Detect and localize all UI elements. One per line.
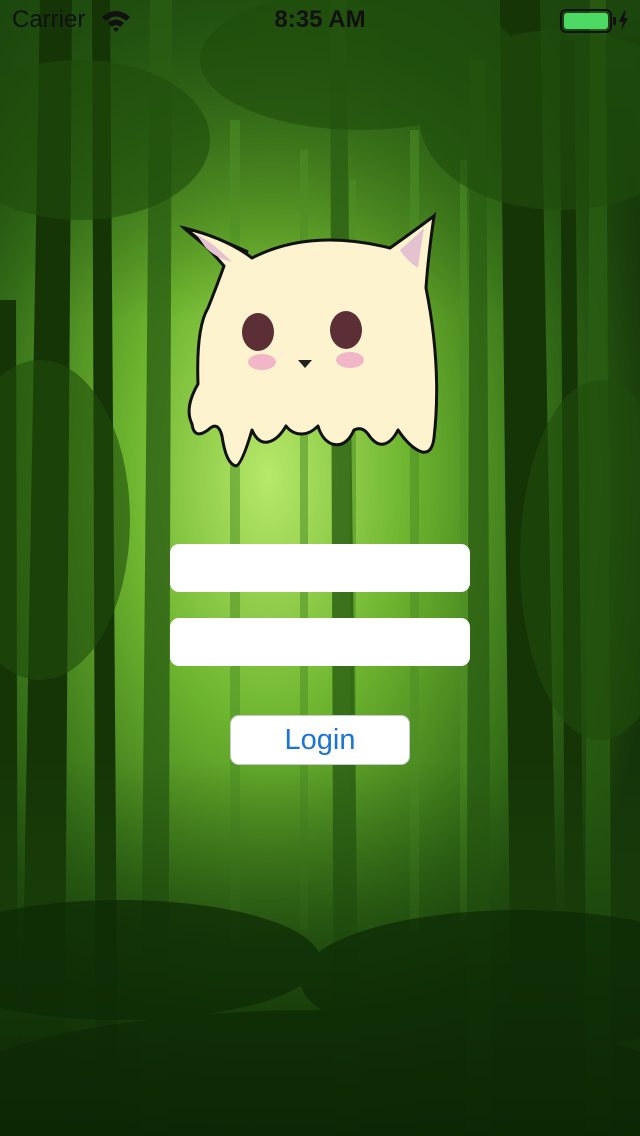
- login-button[interactable]: Login: [230, 715, 410, 765]
- status-bar: Carrier 8:35 AM: [0, 0, 640, 40]
- status-time: 8:35 AM: [274, 6, 366, 33]
- login-screen: Carrier 8:35 AM Login: [0, 0, 640, 1136]
- battery-charging-icon: [560, 9, 628, 33]
- password-field[interactable]: [170, 618, 470, 666]
- username-field[interactable]: [170, 544, 470, 592]
- ghost-cat-mascot-icon: [179, 211, 439, 468]
